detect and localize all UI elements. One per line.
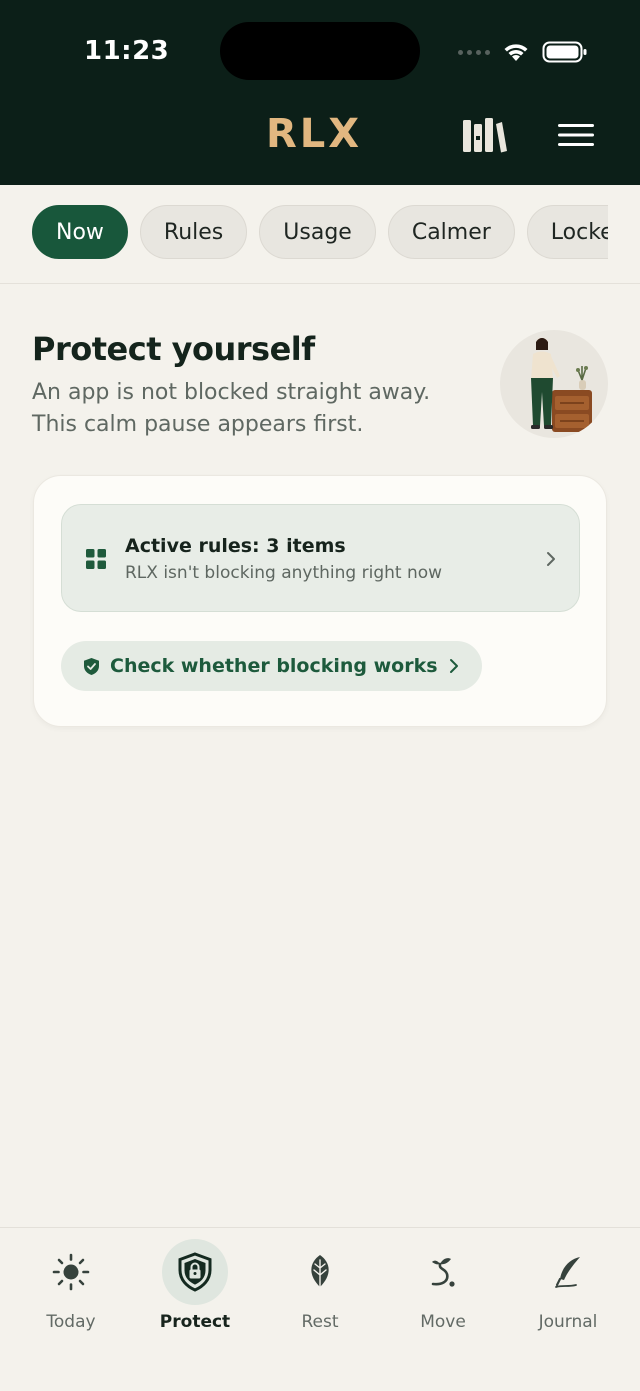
nav-rest[interactable]: Rest [258,1228,382,1348]
chevron-right-icon [547,552,555,566]
tabs-divider [0,283,640,284]
status-icons [458,38,588,66]
shield-check-icon [84,657,99,675]
tab-now[interactable]: Now [32,205,128,259]
leaf-icon [311,1255,329,1291]
page-subtitle: An app is not blocked straight away. Thi… [32,380,431,437]
nav-today-label: Today [46,1312,96,1332]
nav-today[interactable]: Today [9,1228,133,1348]
library-books-icon[interactable] [460,114,508,156]
nav-journal[interactable]: Journal [506,1228,630,1348]
nav-protect-label: Protect [159,1312,231,1332]
protection-card: Active rules: 3 items RLX isn't blocking… [33,475,607,727]
nav-rest-label: Rest [301,1312,339,1332]
tab-usage[interactable]: Usage [259,205,376,259]
active-rules-title: Active rules: 3 items [125,535,346,557]
dynamic-island [220,22,420,80]
app-logo: RLX [266,111,363,157]
nav-protect[interactable]: Protect [133,1228,257,1348]
wifi-icon [504,44,528,61]
check-blocking-button[interactable]: Check whether blocking works [61,641,482,691]
active-rules-subtitle: RLX isn't blocking anything right now [125,563,443,583]
grid-icon [86,549,106,569]
nav-journal-label: Journal [538,1312,598,1332]
nav-move-label: Move [420,1312,466,1332]
bottom-tab-bar: Today Protect Rest Move Journal [0,1227,640,1391]
check-blocking-label: Check whether blocking works [110,655,438,677]
page-title: Protect yourself [32,330,315,368]
tab-calmer[interactable]: Calmer [387,205,515,259]
app-header: 11:23 RLX [0,0,640,185]
status-time: 11:23 [84,36,170,66]
person-illustration [500,330,608,438]
quill-icon [555,1257,580,1288]
battery-icon [542,41,587,63]
sun-icon [52,1253,90,1291]
shield-lock-icon [178,1252,212,1292]
chevron-right-icon [449,659,458,673]
tab-rules[interactable]: Rules [139,205,248,259]
segment-tabs: Now Rules Usage Calmer Locked [32,205,608,261]
nav-move[interactable]: Move [381,1228,505,1348]
signal-icon [458,49,490,55]
sprout-icon [431,1258,455,1287]
tab-locked[interactable]: Locked [526,205,608,259]
active-rules-row[interactable]: Active rules: 3 items RLX isn't blocking… [61,504,580,612]
hamburger-menu-icon[interactable] [556,122,596,148]
